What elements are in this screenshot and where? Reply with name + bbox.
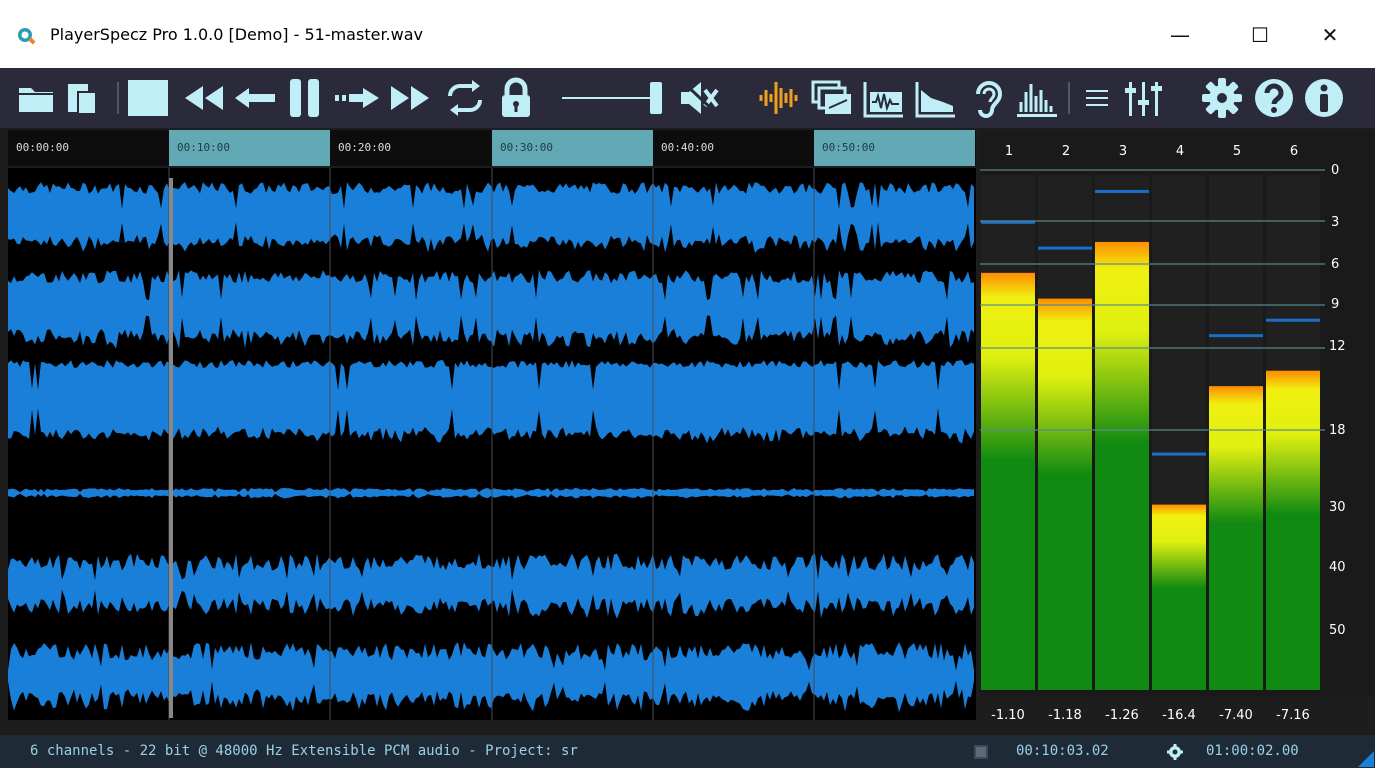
toolbar-divider — [117, 82, 119, 114]
playhead — [169, 178, 173, 718]
status-bar: 6 channels - 22 bit @ 48000 Hz Extensibl… — [0, 735, 1375, 768]
peak-value: -7.40 — [1219, 708, 1253, 723]
channel-number: 6 — [1290, 144, 1298, 159]
pause-button[interactable] — [284, 68, 326, 128]
help-icon[interactable] — [1252, 68, 1296, 128]
file-info: 6 channels - 22 bit @ 48000 Hz Extensibl… — [30, 743, 578, 759]
loop-button[interactable] — [440, 68, 490, 128]
timeline-tick: 00:00:00 — [16, 141, 69, 154]
peak-hold-marker — [1038, 246, 1092, 250]
settings-icon[interactable] — [1198, 68, 1246, 128]
peak-value: -1.26 — [1105, 708, 1139, 723]
peak-hold-marker — [1266, 318, 1320, 322]
channel-number: 3 — [1119, 144, 1127, 159]
total-time: 01:00:02.00 — [1206, 743, 1299, 759]
spectrogram-icon[interactable] — [810, 68, 854, 128]
peak-value: -7.16 — [1276, 708, 1310, 723]
meter-bar — [1038, 298, 1092, 690]
toolbar — [0, 68, 1375, 128]
channel-number: 1 — [1005, 144, 1013, 159]
mute-icon[interactable] — [676, 68, 722, 128]
meter-bar — [981, 272, 1035, 690]
db-label: 12 — [1329, 339, 1346, 354]
toolbar-divider — [1068, 82, 1070, 114]
app-logo-icon — [18, 28, 36, 45]
timer-icon — [974, 745, 988, 759]
waveform-view-icon[interactable] — [862, 68, 906, 128]
meter-bar — [1152, 504, 1206, 690]
lock-button[interactable] — [495, 68, 537, 128]
timeline-ruler[interactable]: 00:00:00 00:10:00 00:20:00 00:30:00 00:4… — [8, 130, 976, 166]
peak-hold-marker — [1152, 452, 1206, 456]
peak-value: -1.10 — [991, 708, 1025, 723]
info-icon[interactable] — [1302, 68, 1346, 128]
volume-slider[interactable] — [558, 68, 674, 128]
peak-value: -16.4 — [1162, 708, 1196, 723]
minimize-button[interactable]: — — [1155, 20, 1205, 50]
channel-waveform — [8, 488, 974, 499]
resize-grip-icon[interactable] — [1358, 751, 1374, 767]
spectrum-icon[interactable] — [1014, 68, 1060, 128]
meter-bar — [1266, 370, 1320, 690]
db-label: 0 — [1331, 163, 1340, 178]
timeline-tick: 00:20:00 — [338, 141, 391, 154]
duration-gear-icon — [1167, 744, 1183, 760]
channel-number: 2 — [1062, 144, 1070, 159]
close-button[interactable]: ✕ — [1305, 20, 1355, 50]
timeline-tick: 00:30:00 — [492, 130, 653, 166]
channel-waveform — [8, 182, 974, 253]
peak-hold-marker — [1209, 334, 1263, 338]
fast-forward-button[interactable] — [386, 68, 436, 128]
db-label: 40 — [1329, 560, 1346, 575]
db-label: 50 — [1329, 623, 1346, 638]
channel-waveform — [8, 270, 974, 349]
peak-hold-marker — [1095, 189, 1149, 193]
timeline-tick: 00:50:00 — [814, 130, 975, 166]
position-time: 00:10:03.02 — [1016, 743, 1109, 759]
peak-value: -1.18 — [1048, 708, 1082, 723]
step-forward-button[interactable] — [332, 68, 382, 128]
peak-values: -1.10 -1.18 -1.26 -16.4 -7.40 -7.16 — [980, 700, 1325, 730]
stop-button[interactable] — [124, 68, 172, 128]
ear-icon[interactable] — [968, 68, 1008, 128]
db-label: 6 — [1331, 257, 1340, 272]
envelope-icon[interactable] — [914, 68, 958, 128]
step-back-button[interactable] — [232, 68, 280, 128]
open-files-icon[interactable] — [62, 68, 102, 128]
rewind-button[interactable] — [178, 68, 228, 128]
db-label: 30 — [1329, 500, 1346, 515]
waveform-display[interactable] — [8, 168, 976, 720]
timeline-tick: 00:40:00 — [661, 141, 714, 154]
meter-bar — [1209, 386, 1263, 690]
channel-number: 5 — [1233, 144, 1241, 159]
db-label: 9 — [1331, 297, 1340, 312]
db-label: 18 — [1329, 423, 1346, 438]
maximize-button[interactable]: ☐ — [1235, 20, 1285, 50]
channel-number: 4 — [1176, 144, 1184, 159]
mixer-icon[interactable] — [1120, 68, 1166, 128]
channel-waveform — [8, 553, 974, 619]
title-bar: PlayerSpecz Pro 1.0.0 [Demo] - 51-master… — [0, 0, 1375, 68]
db-scale: 0 3 6 9 12 18 30 40 50 — [1325, 130, 1375, 696]
meter-bar — [1095, 241, 1149, 690]
channel-waveform — [8, 642, 974, 713]
waveform-icon[interactable] — [757, 68, 801, 128]
db-label: 3 — [1331, 215, 1340, 230]
channel-waveform — [8, 360, 974, 444]
timeline-tick: 00:10:00 — [169, 130, 330, 166]
menu-icon[interactable] — [1082, 68, 1114, 128]
window-title: PlayerSpecz Pro 1.0.0 [Demo] - 51-master… — [50, 25, 423, 44]
open-folder-icon[interactable] — [16, 68, 56, 128]
level-meters: 1 2 3 4 5 6 — [980, 130, 1325, 696]
